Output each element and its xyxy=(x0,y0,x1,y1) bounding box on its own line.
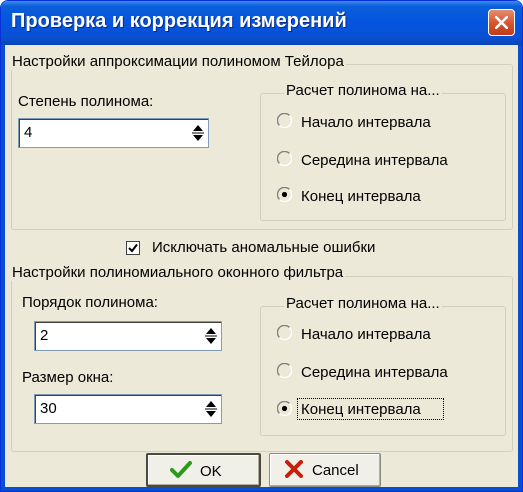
degree-spinner[interactable]: 4 xyxy=(18,118,209,148)
close-icon xyxy=(495,16,508,29)
taylor-radio-end[interactable] xyxy=(277,187,292,202)
anomaly-checkbox[interactable] xyxy=(126,241,140,255)
dialog-window: Проверка и коррекция измерений Настройки… xyxy=(0,0,523,492)
filter-option-start[interactable]: Начало интервала xyxy=(301,326,431,343)
taylor-radio-start[interactable] xyxy=(277,113,292,128)
frame-bottom xyxy=(1,487,522,491)
cancel-button-label: Cancel xyxy=(312,462,359,479)
cross-icon xyxy=(285,460,303,478)
taylor-option-end[interactable]: Конец интервала xyxy=(301,188,421,205)
taylor-option-start[interactable]: Начало интервала xyxy=(301,114,431,131)
order-label: Порядок полинома: xyxy=(22,294,158,311)
taylor-settings-title: Настройки аппроксимации полиномом Тейлор… xyxy=(10,53,346,70)
spin-arrows-icon[interactable] xyxy=(204,327,218,345)
ok-button-label: OK xyxy=(200,463,222,480)
filter-radio-end[interactable] xyxy=(277,401,292,416)
cancel-button[interactable]: Cancel xyxy=(269,453,381,487)
close-button[interactable] xyxy=(488,9,515,36)
window-size-value: 30 xyxy=(40,400,57,417)
filter-option-middle[interactable]: Середина интервала xyxy=(301,364,448,381)
spin-arrows-icon[interactable] xyxy=(191,124,205,142)
window-size-spinner[interactable]: 30 xyxy=(34,394,222,424)
window-title: Проверка и коррекция измерений xyxy=(11,10,347,32)
frame-left xyxy=(1,45,5,491)
title-bar[interactable]: Проверка и коррекция измерений xyxy=(1,1,522,45)
filter-calc-title: Расчет полинома на... xyxy=(284,295,442,312)
anomaly-checkbox-label[interactable]: Исключать аномальные ошибки xyxy=(152,239,375,256)
filter-option-end[interactable]: Конец интервала xyxy=(301,401,421,418)
order-spinner[interactable]: 2 xyxy=(34,321,222,351)
taylor-option-middle[interactable]: Середина интервала xyxy=(301,152,448,169)
spin-arrows-icon[interactable] xyxy=(204,400,218,418)
filter-radio-start[interactable] xyxy=(277,325,292,340)
taylor-calc-title: Расчет полинома на... xyxy=(284,82,442,99)
ok-button[interactable]: OK xyxy=(146,453,261,487)
filter-settings-title: Настройки полиномиального оконного фильт… xyxy=(10,264,346,281)
checkmark-icon xyxy=(170,461,192,478)
filter-radio-middle[interactable] xyxy=(277,363,292,378)
taylor-radio-middle[interactable] xyxy=(277,151,292,166)
order-value: 2 xyxy=(40,327,49,344)
window-size-label: Размер окна: xyxy=(22,369,114,386)
frame-right xyxy=(518,45,522,491)
degree-value: 4 xyxy=(24,124,33,141)
degree-label: Степень полинома: xyxy=(18,93,154,110)
